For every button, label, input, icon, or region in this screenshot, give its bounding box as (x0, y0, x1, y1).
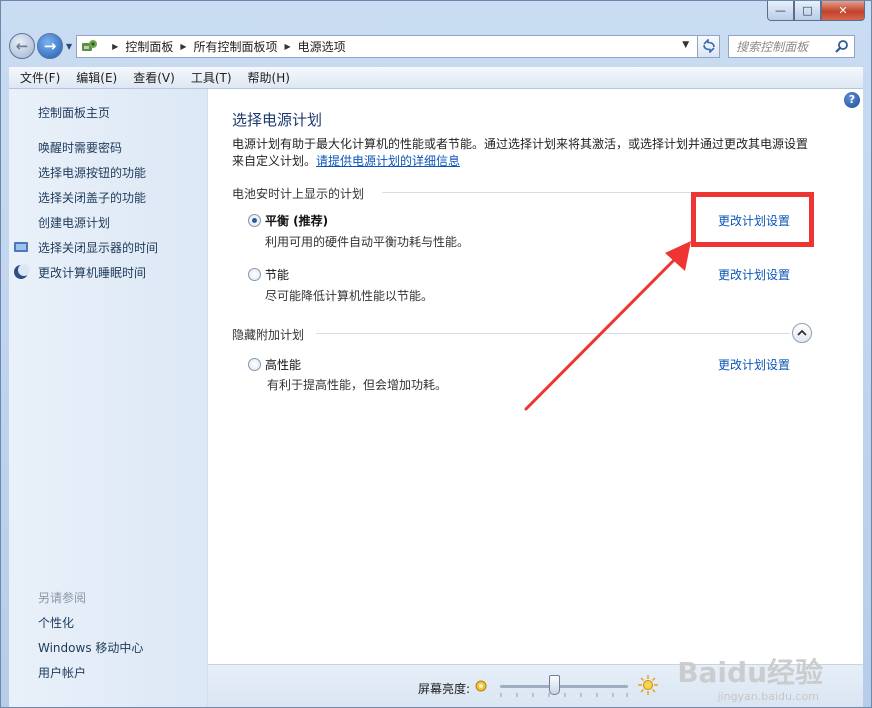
breadcrumb-control-panel[interactable]: 控制面板 (125, 38, 173, 55)
page-description: 电源计划有助于最大化计算机的性能或者节能。通过选择计划来将其激活，或选择计划并通… (232, 136, 812, 170)
chevron-up-icon (797, 329, 807, 336)
sidebar-item-power-buttons[interactable]: 选择电源按钮的功能 (38, 164, 146, 181)
sidebar-control-panel-home[interactable]: 控制面板主页 (38, 104, 110, 121)
plan-details-link[interactable]: 请提供电源计划的详细信息 (316, 154, 460, 168)
baidu-watermark-logo: Baidu经验 (677, 656, 823, 689)
recent-pages-dropdown[interactable]: ▼ (66, 42, 72, 51)
plan-balanced-desc: 利用可用的硬件自动平衡功耗与性能。 (265, 235, 470, 249)
plan-high-performance-desc: 有利于提高性能，但会增加功耗。 (267, 378, 448, 392)
shield-icon (14, 242, 28, 252)
main-panel: 选择电源计划 电源计划有助于最大化计算机的性能或者节能。通过选择计划来将其激活，… (232, 89, 863, 662)
brightness-slider-track[interactable] (500, 685, 628, 688)
breadcrumb-separator[interactable]: ▶ (285, 42, 291, 51)
menu-view[interactable]: 查看(V) (125, 69, 183, 86)
plan-high-performance-name[interactable]: 高性能 (265, 356, 301, 373)
sidebar-item-sleep-time[interactable]: 更改计算机睡眠时间 (38, 264, 146, 281)
group-divider (316, 333, 790, 334)
menu-help[interactable]: 帮助(H) (240, 69, 298, 86)
dim-sun-icon (475, 680, 487, 692)
sidebar-item-display-off[interactable]: 选择关闭显示器的时间 (38, 239, 158, 256)
sidebar: 控制面板主页 唤醒时需要密码 选择电源按钮的功能 选择关闭盖子的功能 创建电源计… (9, 89, 208, 707)
page-title: 选择电源计划 (232, 111, 323, 129)
see-also-mobility-center[interactable]: Windows 移动中心 (38, 639, 143, 656)
plan-power-saver-desc: 尽可能降低计算机性能以节能。 (265, 289, 434, 303)
plan-power-saver-settings-link[interactable]: 更改计划设置 (718, 266, 790, 283)
brightness-label: 屏幕亮度: (418, 682, 471, 696)
breadcrumb-separator[interactable]: ▶ (180, 42, 186, 51)
search-icon[interactable] (834, 39, 850, 55)
plan-power-saver-radio[interactable] (248, 268, 261, 281)
maximize-button[interactable]: □ (794, 1, 821, 21)
menu-file[interactable]: 文件(F) (12, 69, 68, 86)
see-also-heading: 另请参阅 (38, 591, 87, 605)
navigation-bar: ← → ▼ ▶ 控制面板 ▶ 所有控制面板项 ▶ 电源选项 ▼ 搜索控制面板 (9, 31, 863, 61)
menu-tools[interactable]: 工具(T) (183, 69, 240, 86)
battery-plans-heading: 电池安时计上显示的计划 (232, 187, 365, 201)
moon-icon (14, 264, 29, 279)
address-bar[interactable]: ▶ 控制面板 ▶ 所有控制面板项 ▶ 电源选项 ▼ (76, 34, 699, 58)
annotation-highlight-box (691, 192, 814, 247)
bright-sun-icon (638, 675, 658, 695)
baidu-watermark-url: jingyan.baidu.com (717, 690, 819, 703)
search-input[interactable]: 搜索控制面板 (728, 34, 856, 58)
control-panel-icon (81, 38, 99, 54)
refresh-icon (702, 39, 715, 53)
back-button[interactable]: ← (9, 33, 35, 59)
brightness-bar: 屏幕亮度: Baidu经验 jingyan.baidu.com (208, 656, 863, 707)
refresh-button[interactable] (698, 34, 721, 58)
plan-high-performance-radio[interactable] (248, 358, 261, 371)
content-area: 控制面板主页 唤醒时需要密码 选择电源按钮的功能 选择关闭盖子的功能 创建电源计… (9, 89, 863, 707)
sidebar-item-create-plan[interactable]: 创建电源计划 (38, 214, 110, 231)
menu-edit[interactable]: 编辑(E) (68, 69, 125, 86)
breadcrumb-all-items[interactable]: 所有控制面板项 (193, 38, 277, 55)
collapse-button[interactable] (792, 323, 812, 343)
search-placeholder: 搜索控制面板 (736, 39, 809, 54)
menu-bar: 文件(F) 编辑(E) 查看(V) 工具(T) 帮助(H) (9, 67, 863, 89)
close-button[interactable]: ✕ (821, 1, 865, 21)
sidebar-item-wake-password[interactable]: 唤醒时需要密码 (38, 139, 122, 156)
forward-button[interactable]: → (37, 33, 63, 59)
breadcrumb-separator[interactable]: ▶ (112, 42, 118, 51)
slider-ticks (500, 693, 628, 697)
see-also-user-accounts[interactable]: 用户帐户 (38, 664, 86, 681)
plan-balanced-name[interactable]: 平衡 (推荐) (265, 212, 328, 229)
brightness-slider-thumb[interactable] (549, 675, 561, 695)
address-dropdown-icon[interactable]: ▼ (682, 40, 689, 50)
minimize-button[interactable]: — (767, 1, 794, 21)
control-panel-window: — □ ✕ ← → ▼ ▶ 控制面板 ▶ 所有控制面板项 ▶ 电源选项 ▼ 搜索… (0, 0, 872, 708)
breadcrumb-power-options[interactable]: 电源选项 (298, 38, 346, 55)
caption-buttons: — □ ✕ (767, 1, 865, 23)
hidden-plans-heading: 隐藏附加计划 (232, 328, 305, 342)
plan-power-saver-name[interactable]: 节能 (265, 266, 289, 283)
plan-high-performance-settings-link[interactable]: 更改计划设置 (718, 356, 790, 373)
plan-balanced-radio[interactable] (248, 214, 261, 227)
see-also-personalization[interactable]: 个性化 (38, 614, 74, 631)
sidebar-item-lid-close[interactable]: 选择关闭盖子的功能 (38, 189, 146, 206)
